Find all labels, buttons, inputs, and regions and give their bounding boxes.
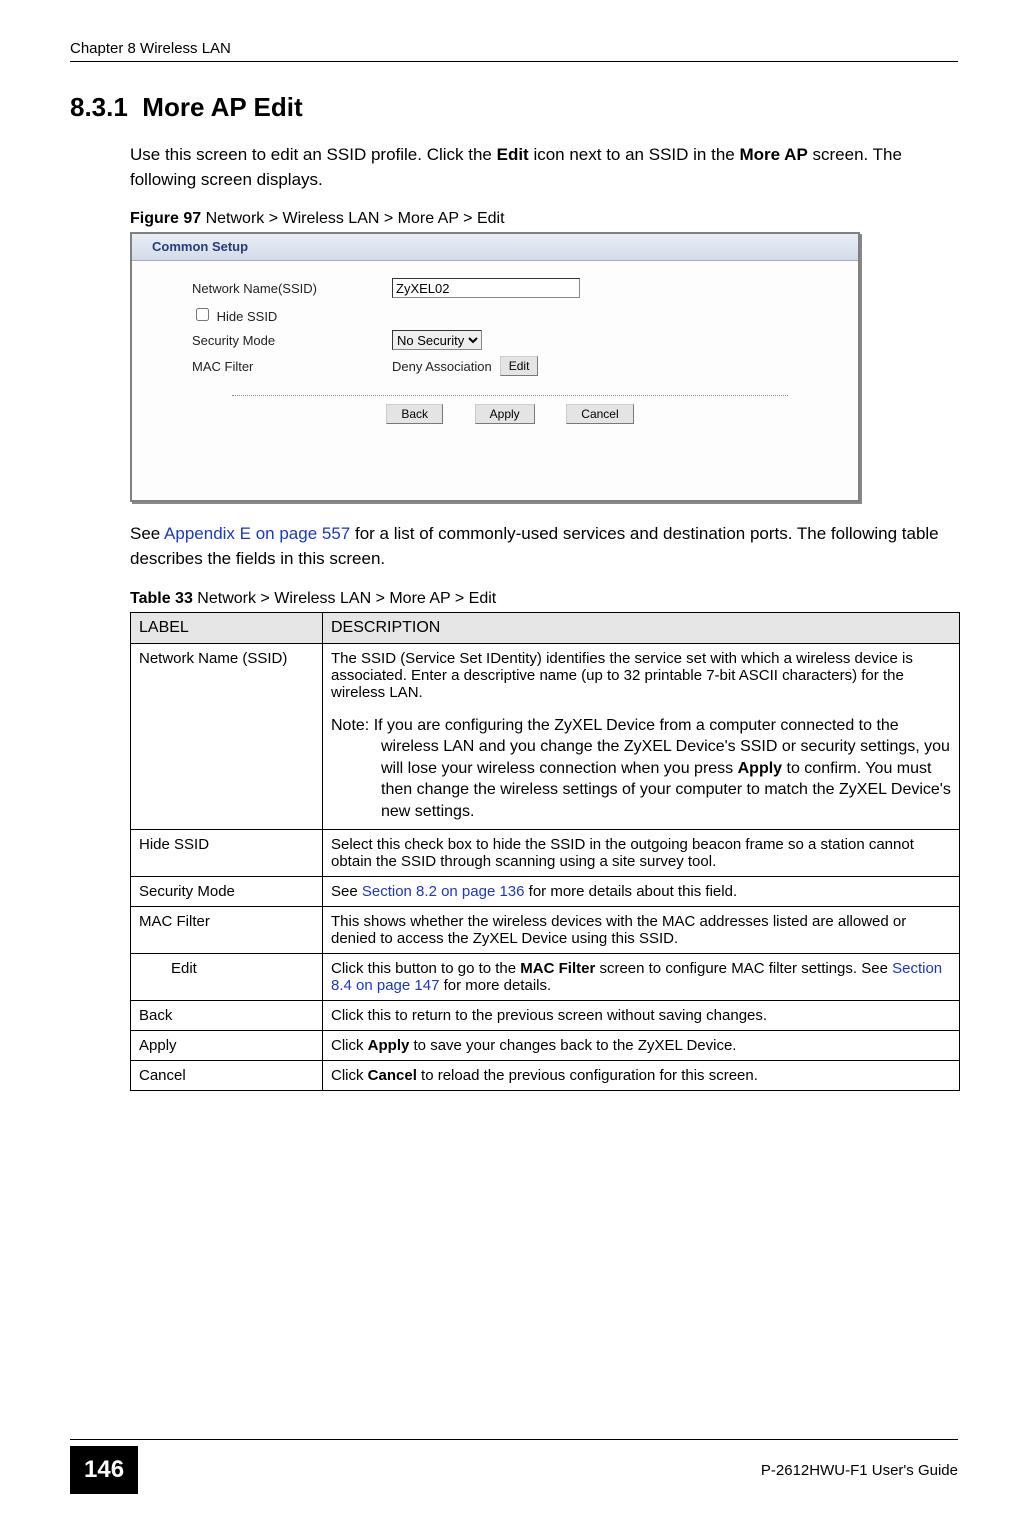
row-label: Back (131, 1000, 323, 1030)
screenshot-common-setup: Common Setup Network Name(SSID) Hide SSI… (130, 232, 860, 502)
common-setup-bar: Common Setup (132, 234, 858, 261)
page-header: Chapter 8 Wireless LAN (70, 40, 958, 62)
row-desc: Click Apply to save your changes back to… (323, 1030, 960, 1060)
page-footer: 146 P-2612HWU-F1 User's Guide (70, 1439, 958, 1494)
row-label: Cancel (131, 1060, 323, 1090)
page-number: 146 (70, 1446, 138, 1494)
appendix-link[interactable]: Appendix E on page 557 (164, 524, 350, 543)
back-button[interactable]: Back (386, 404, 443, 424)
table-row: MAC Filter This shows whether the wirele… (131, 906, 960, 953)
intro-paragraph: Use this screen to edit an SSID profile.… (130, 143, 958, 192)
table-row: Edit Click this button to go to the MAC … (131, 953, 960, 1000)
hide-ssid-label: Hide SSID (217, 309, 278, 324)
ssid-label: Network Name(SSID) (192, 281, 392, 296)
table-header-row: LABEL DESCRIPTION (131, 612, 960, 643)
ssid-note: Note: If you are configuring the ZyXEL D… (331, 715, 951, 823)
table-row: Apply Click Apply to save your changes b… (131, 1030, 960, 1060)
mac-filter-label: MAC Filter (192, 359, 392, 374)
header-chapter: Chapter 8 Wireless LAN (70, 40, 231, 57)
description-table: LABEL DESCRIPTION Network Name (SSID) Th… (130, 612, 960, 1091)
cancel-button[interactable]: Cancel (566, 404, 633, 424)
row-desc: Click this button to go to the MAC Filte… (323, 953, 960, 1000)
row-desc: This shows whether the wireless devices … (323, 906, 960, 953)
table-row: Network Name (SSID) The SSID (Service Se… (131, 643, 960, 829)
security-mode-select[interactable]: No Security (392, 330, 482, 350)
row-desc: Select this check box to hide the SSID i… (323, 829, 960, 876)
row-label: Apply (131, 1030, 323, 1060)
row-desc: Click Cancel to reload the previous conf… (323, 1060, 960, 1090)
ssid-input[interactable] (392, 278, 580, 298)
edit-word: Edit (497, 145, 529, 164)
row-label: Edit (131, 953, 323, 1000)
section-8-2-link[interactable]: Section 8.2 on page 136 (362, 883, 525, 900)
mac-filter-edit-button[interactable]: Edit (500, 356, 539, 376)
hide-ssid-checkbox[interactable] (196, 308, 209, 321)
table-row: Hide SSID Select this check box to hide … (131, 829, 960, 876)
apply-button[interactable]: Apply (475, 404, 535, 424)
table-row: Security Mode See Section 8.2 on page 13… (131, 876, 960, 906)
row-desc: The SSID (Service Set IDentity) identifi… (323, 643, 960, 829)
moreap-word: More AP (739, 145, 807, 164)
table-row: Back Click this to return to the previou… (131, 1000, 960, 1030)
deny-association-text: Deny Association (392, 359, 492, 374)
appendix-paragraph: See Appendix E on page 557 for a list of… (130, 522, 958, 571)
section-heading: 8.3.1 More AP Edit (70, 92, 958, 123)
row-label: Security Mode (131, 876, 323, 906)
section-number: 8.3.1 (70, 92, 128, 122)
col-description: DESCRIPTION (323, 612, 960, 643)
figure-caption: Figure 97 Network > Wireless LAN > More … (130, 210, 958, 228)
security-mode-label: Security Mode (192, 333, 392, 348)
row-desc: Click this to return to the previous scr… (323, 1000, 960, 1030)
guide-name: P-2612HWU-F1 User's Guide (761, 1462, 958, 1479)
col-label: LABEL (131, 612, 323, 643)
section-title: More AP Edit (142, 92, 302, 122)
row-label: Network Name (SSID) (131, 643, 323, 829)
row-label: Hide SSID (131, 829, 323, 876)
separator (232, 395, 788, 396)
table-caption: Table 33 Network > Wireless LAN > More A… (130, 590, 958, 608)
row-desc: See Section 8.2 on page 136 for more det… (323, 876, 960, 906)
table-row: Cancel Click Cancel to reload the previo… (131, 1060, 960, 1090)
row-label: MAC Filter (131, 906, 323, 953)
